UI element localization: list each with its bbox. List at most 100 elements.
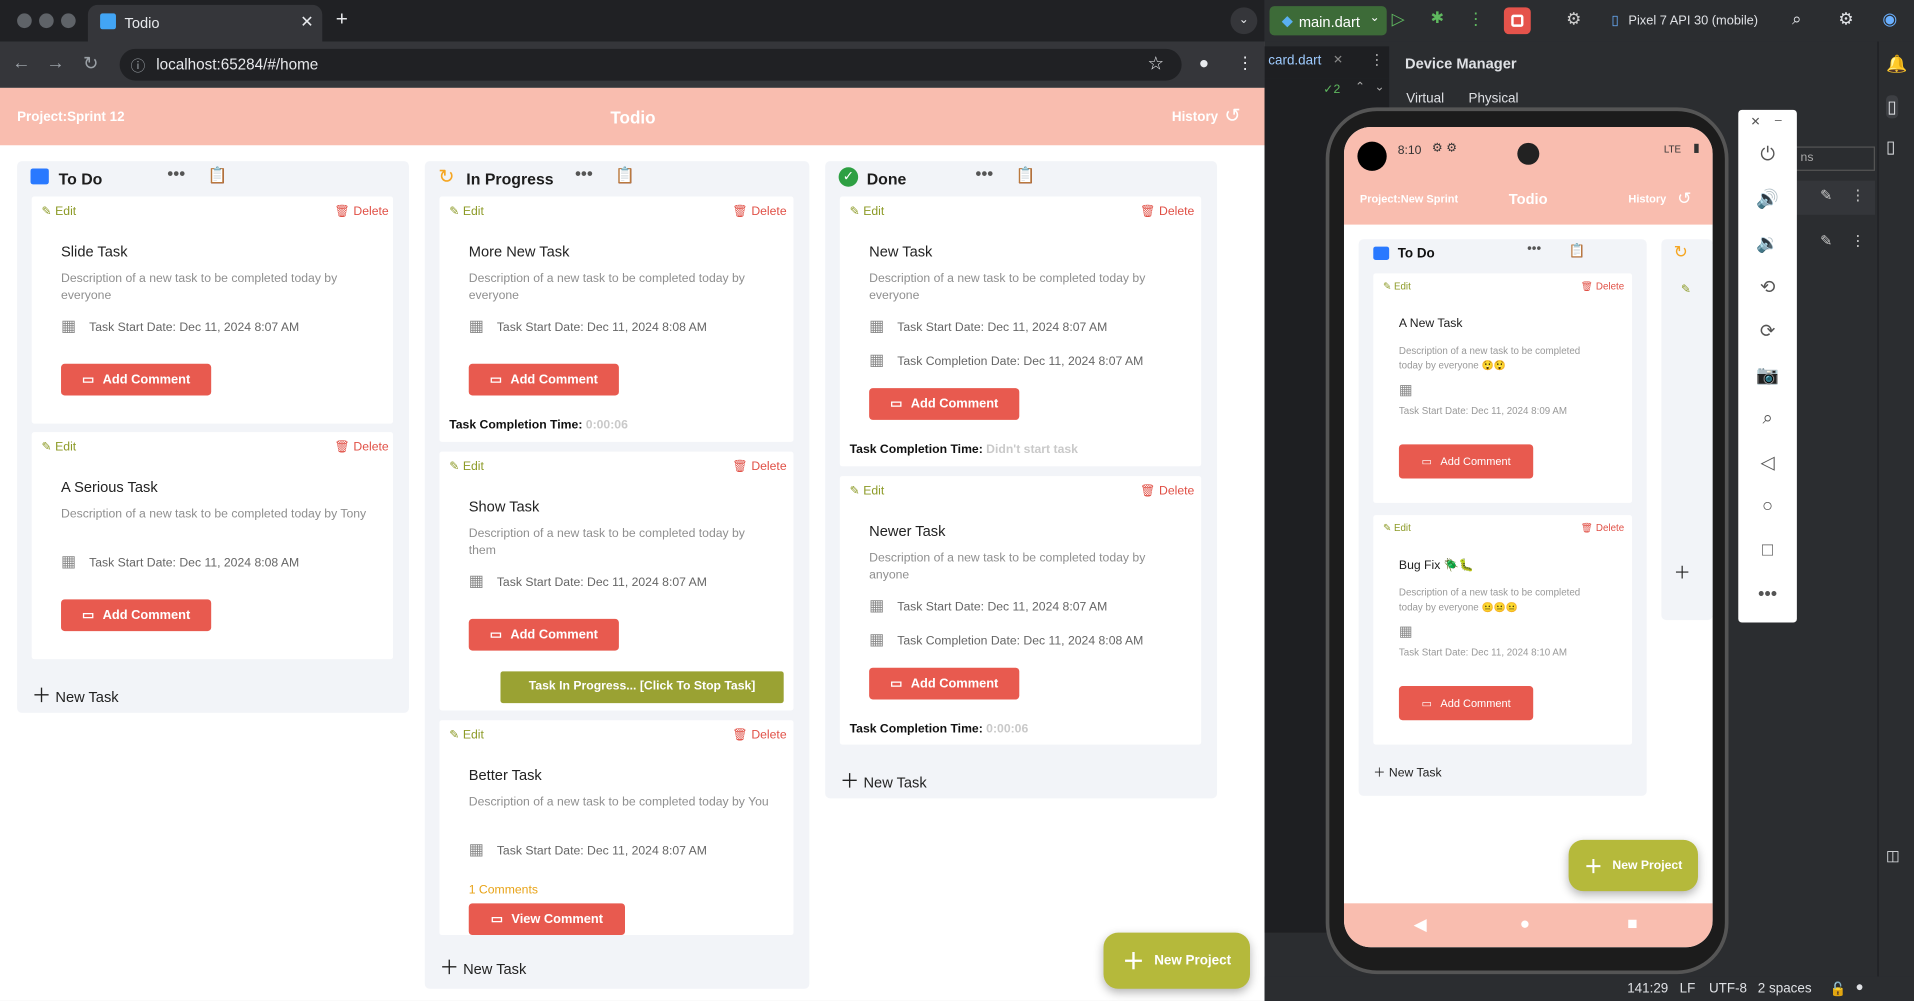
- column-menu-icon[interactable]: •••: [575, 164, 593, 184]
- new-project-button[interactable]: ＋ New Project: [1103, 932, 1250, 989]
- add-comment-button[interactable]: ▭ Add Comment: [61, 599, 212, 632]
- cursor-position[interactable]: 141:29: [1627, 981, 1668, 996]
- rotate-left-icon[interactable]: ⟲: [1738, 276, 1797, 298]
- zoom-icon[interactable]: ⌕: [1738, 408, 1797, 429]
- add-comment-button[interactable]: ▭ Add Comment: [869, 388, 1020, 420]
- add-comment-button[interactable]: ▭ Add Comment: [468, 618, 619, 651]
- new-task-button[interactable]: ＋ New Task: [32, 679, 119, 708]
- editor-tab[interactable]: card.dart ✕ ⋮: [1264, 46, 1390, 79]
- home-icon[interactable]: ○: [1738, 496, 1797, 517]
- edit-button[interactable]: ✎ Edit: [449, 729, 484, 742]
- edit-button[interactable]: ✎ Edit: [850, 205, 885, 218]
- maximize-window-button[interactable]: [61, 13, 76, 29]
- chevron-up-icon[interactable]: ⌃: [1355, 81, 1365, 94]
- phone-history-button[interactable]: History: [1628, 193, 1666, 205]
- edit-device-icon[interactable]: ✎: [1820, 232, 1832, 249]
- encoding[interactable]: UTF-8: [1709, 981, 1747, 996]
- lock-icon[interactable]: 🔓: [1830, 981, 1847, 998]
- edit-button[interactable]: ✎ Edit: [850, 485, 885, 498]
- url-field[interactable]: ⓘ localhost:65284/#/home ☆: [119, 48, 1182, 81]
- delete-button[interactable]: 🗑 Delete: [334, 205, 388, 218]
- edit-button[interactable]: ✎ Edit: [42, 441, 77, 454]
- view-comment-button[interactable]: ▭ View Comment: [468, 903, 625, 936]
- more-actions-icon[interactable]: ⋮: [1467, 9, 1484, 30]
- notifications-icon[interactable]: 🔔: [1886, 54, 1907, 75]
- screenshot-camera-icon[interactable]: 📷: [1738, 364, 1797, 386]
- edit-icon[interactable]: ✎: [1681, 283, 1691, 296]
- delete-button[interactable]: 🗑 Delete: [1581, 281, 1624, 292]
- stop-task-button[interactable]: Task In Progress... [Click To Stop Task]: [500, 671, 784, 704]
- back-icon[interactable]: ←: [12, 52, 30, 73]
- stop-icon[interactable]: [1503, 7, 1531, 35]
- delete-button[interactable]: 🗑 Delete: [1140, 205, 1194, 218]
- more-icon[interactable]: •••: [1738, 583, 1797, 604]
- add-comment-button[interactable]: ▭ Add Comment: [61, 363, 212, 396]
- add-column-icon[interactable]: ＋: [1674, 560, 1691, 584]
- attach-debugger-icon[interactable]: ⚙: [1566, 9, 1581, 30]
- search-icon[interactable]: ⌕: [1792, 9, 1802, 30]
- add-comment-button[interactable]: ▭ Add Comment: [1398, 686, 1534, 721]
- column-menu-icon[interactable]: •••: [975, 164, 993, 184]
- edit-button[interactable]: ✎ Edit: [1383, 522, 1411, 533]
- status-circle-icon[interactable]: ●: [1855, 980, 1863, 995]
- phone-new-project-button[interactable]: ＋ New Project: [1568, 839, 1698, 892]
- power-icon[interactable]: ⏻: [1738, 144, 1797, 165]
- back-icon[interactable]: ◁: [1738, 452, 1797, 474]
- edit-button[interactable]: ✎ Edit: [1383, 281, 1411, 292]
- new-task-button[interactable]: ＋ New Task: [439, 951, 526, 980]
- close-emulator-icon[interactable]: ✕: [1750, 116, 1760, 129]
- site-info-icon[interactable]: ⓘ: [131, 55, 146, 76]
- new-task-button[interactable]: ＋ New Task: [840, 764, 927, 793]
- history-icon[interactable]: ↺: [1224, 104, 1240, 128]
- device-manager-icon[interactable]: ▯: [1885, 95, 1898, 119]
- edit-device-icon[interactable]: ✎: [1820, 187, 1832, 204]
- close-tab-icon[interactable]: ✕: [300, 12, 313, 32]
- history-icon[interactable]: ↺: [1677, 188, 1691, 209]
- add-comment-button[interactable]: ▭ Add Comment: [468, 363, 619, 396]
- close-tab-icon[interactable]: ✕: [1333, 54, 1343, 67]
- overview-icon[interactable]: □: [1738, 540, 1797, 561]
- browser-tab[interactable]: Todio ✕: [87, 4, 323, 42]
- history-button[interactable]: History: [1172, 110, 1218, 125]
- tab-search-icon[interactable]: ⌄: [1230, 7, 1258, 35]
- edit-button[interactable]: ✎ Edit: [449, 205, 484, 218]
- account-icon[interactable]: ◉: [1882, 9, 1897, 30]
- clipboard-icon[interactable]: 📋: [1569, 243, 1586, 259]
- minimize-window-button[interactable]: [39, 13, 54, 29]
- rotate-right-icon[interactable]: ⟳: [1738, 320, 1797, 342]
- tab-virtual[interactable]: Virtual: [1406, 92, 1444, 107]
- tab-menu-icon[interactable]: ⋮: [1370, 51, 1385, 68]
- reload-icon[interactable]: ↻: [83, 52, 98, 75]
- column-menu-icon[interactable]: •••: [167, 164, 185, 184]
- edit-button[interactable]: ✎ Edit: [449, 460, 484, 473]
- run-config-dropdown[interactable]: ◆ main.dart ⌄: [1269, 6, 1387, 36]
- volume-up-icon[interactable]: 🔊: [1738, 188, 1797, 210]
- device-selector[interactable]: Pixel 7 API 30 (mobile): [1628, 13, 1758, 28]
- minimize-emulator-icon[interactable]: –: [1775, 114, 1782, 127]
- line-ending[interactable]: LF: [1680, 981, 1696, 996]
- comments-count-link[interactable]: 1 Comments: [469, 884, 538, 897]
- delete-button[interactable]: 🗑 Delete: [732, 460, 786, 473]
- new-tab-icon[interactable]: +: [336, 7, 348, 31]
- clipboard-icon[interactable]: 📋: [1016, 166, 1036, 186]
- run-icon[interactable]: ▷: [1392, 9, 1405, 30]
- edit-button[interactable]: ✎ Edit: [42, 205, 77, 218]
- nav-back-icon[interactable]: ◀: [1414, 914, 1427, 935]
- device-menu-icon[interactable]: ⋮: [1851, 232, 1866, 249]
- add-comment-button[interactable]: ▭ Add Comment: [869, 667, 1020, 700]
- browser-menu-icon[interactable]: ⋮: [1237, 52, 1254, 73]
- nav-recents-icon[interactable]: ■: [1627, 913, 1637, 933]
- running-devices-icon[interactable]: ▯: [1886, 137, 1895, 158]
- close-window-button[interactable]: [17, 13, 32, 29]
- delete-button[interactable]: 🗑 Delete: [334, 441, 388, 454]
- warnings-indicator[interactable]: ✓2: [1323, 83, 1340, 96]
- bookmark-star-icon[interactable]: ☆: [1147, 52, 1163, 75]
- add-comment-button[interactable]: ▭ Add Comment: [1398, 444, 1534, 479]
- tab-physical[interactable]: Physical: [1469, 92, 1519, 107]
- forward-icon[interactable]: →: [46, 52, 64, 73]
- phone-new-task-button[interactable]: ＋ New Task: [1373, 762, 1441, 780]
- delete-button[interactable]: 🗑 Delete: [732, 205, 786, 218]
- chevron-down-icon[interactable]: ⌄: [1375, 81, 1385, 94]
- volume-down-icon[interactable]: 🔉: [1738, 232, 1797, 254]
- delete-button[interactable]: 🗑 Delete: [1140, 485, 1194, 498]
